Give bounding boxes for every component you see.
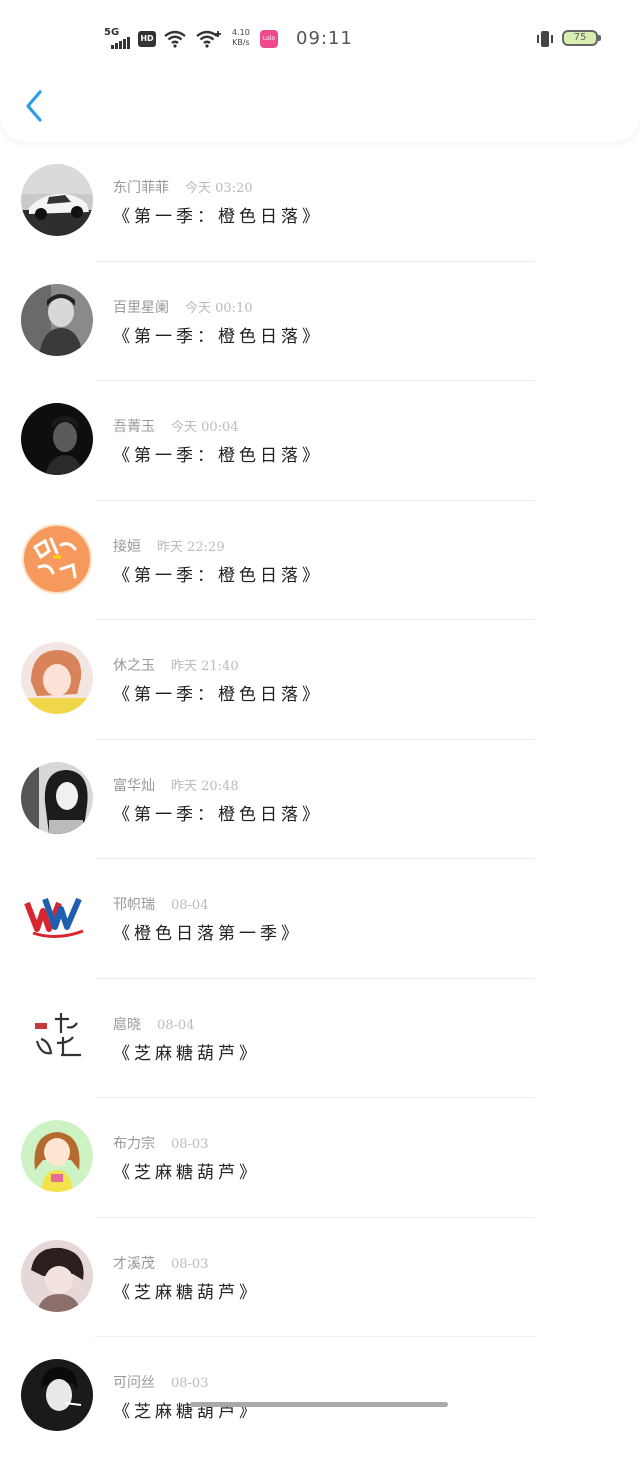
message-time: 08-03 <box>171 1256 209 1272</box>
avatar <box>21 523 93 595</box>
list-item[interactable]: 接姮 昨天 22:29 《第一季：橙色日落》 <box>0 501 640 620</box>
sender-name: 百里星阑 今天 00:10 <box>113 297 253 317</box>
message-title: 《芝麻糖葫芦》 <box>113 1402 260 1422</box>
sender-name-text: 邗帜瑞 <box>113 897 155 913</box>
sender-name-text: 吾菁玉 <box>113 419 155 435</box>
sender-name: 邗帜瑞 08-04 <box>113 894 208 914</box>
avatar <box>21 164 93 236</box>
sender-name: 吾菁玉 今天 00:04 <box>113 416 239 436</box>
sender-name-text: 才溪茂 <box>113 1255 155 1272</box>
app-notification-icon: Lolo <box>260 30 278 48</box>
sender-name-text: 富华灿 <box>113 777 155 794</box>
message-time: 今天 00:10 <box>185 300 253 316</box>
message-time: 昨天 20:48 <box>171 778 239 794</box>
sender-name: 富华灿 昨天 20:48 <box>113 775 239 795</box>
wifi-plus-icon <box>196 30 221 48</box>
avatar <box>21 642 93 714</box>
status-bar: 5G HD 4.10 KB/s Lolo 09:11 75 <box>0 22 640 58</box>
sender-name: 才溪茂 08-03 <box>113 1253 208 1273</box>
sender-name: 可问丝 08-03 <box>113 1372 208 1392</box>
avatar <box>21 881 93 953</box>
list-item[interactable]: 才溪茂 08-03 《芝麻糖葫芦》 <box>0 1218 640 1337</box>
message-title: 《第一季：橙色日落》 <box>113 207 323 227</box>
message-title: 《第一季：橙色日落》 <box>113 446 323 466</box>
message-time: 昨天 22:29 <box>157 539 225 555</box>
message-title: 《第一季：橙色日落》 <box>113 565 323 586</box>
message-time: 08-03 <box>171 1137 209 1152</box>
sender-name-text: 东门菲菲 <box>113 180 169 196</box>
sender-name: 东门菲菲 今天 03:20 <box>113 177 253 197</box>
sender-name: 扈晓 08-04 <box>113 1014 194 1034</box>
battery-level: 75 <box>573 32 587 43</box>
message-time: 08-04 <box>171 898 209 913</box>
hd-icon: HD <box>138 31 156 47</box>
vibrate-icon <box>537 31 553 47</box>
network-speed-value: 4.10 <box>232 28 250 37</box>
list-item[interactable]: 休之玉 昨天 21:40 《第一季：橙色日落》 <box>0 620 640 740</box>
list-item[interactable]: 可问丝 08-03 《芝麻糖葫芦》 <box>0 1337 640 1457</box>
message-time: 今天 00:04 <box>171 420 239 435</box>
avatar <box>21 761 93 834</box>
avatar <box>21 1000 93 1073</box>
sender-name-text: 接姮 <box>113 538 141 555</box>
avatar <box>21 403 93 475</box>
network-speed: 4.10 KB/s <box>232 28 250 48</box>
message-title: 《第一季：橙色日落》 <box>113 685 323 705</box>
sender-name: 接姮 昨天 22:29 <box>113 536 225 556</box>
message-title: 《芝麻糖葫芦》 <box>113 1163 260 1183</box>
message-time: 今天 03:20 <box>185 181 253 196</box>
network-speed-unit: KB/s <box>232 38 250 47</box>
list-item[interactable]: 吾菁玉 今天 00:04 《第一季：橙色日落》 <box>0 381 640 501</box>
sender-name-text: 可问丝 <box>113 1375 155 1391</box>
sender-name-text: 百里星阑 <box>113 299 169 316</box>
avatar <box>21 1359 93 1431</box>
wifi-icon <box>164 30 186 48</box>
back-button[interactable] <box>20 86 52 126</box>
avatar <box>21 283 93 356</box>
list-item[interactable]: 布力宗 08-03 《芝麻糖葫芦》 <box>0 1098 640 1218</box>
status-time: 09:11 <box>296 28 353 49</box>
cellular-signal-icon: 5G <box>104 27 132 49</box>
message-time: 昨天 21:40 <box>171 659 239 674</box>
list-item[interactable]: 富华灿 昨天 20:48 《第一季：橙色日落》 <box>0 740 640 859</box>
sender-name: 休之玉 昨天 21:40 <box>113 655 239 675</box>
message-title: 《第一季：橙色日落》 <box>113 326 323 347</box>
message-title: 《第一季：橙色日落》 <box>113 804 323 825</box>
sender-name: 布力宗 08-03 <box>113 1133 208 1153</box>
sender-name-text: 布力宗 <box>113 1136 155 1152</box>
home-indicator[interactable] <box>190 1402 448 1407</box>
list-item[interactable]: 邗帜瑞 08-04 《橙色日落第一季》 <box>0 859 640 979</box>
header: 5G HD 4.10 KB/s Lolo 09:11 75 <box>0 0 640 142</box>
avatar <box>21 1239 93 1312</box>
message-list: 东门菲菲 今天 03:20 《第一季：橙色日落》 百里星阑 今天 00:10 《第一… <box>0 142 640 1457</box>
list-item[interactable]: 扈晓 08-04 《芝麻糖葫芦》 <box>0 979 640 1098</box>
list-item[interactable]: 百里星阑 今天 00:10 《第一季：橙色日落》 <box>0 262 640 381</box>
avatar <box>21 1120 93 1192</box>
message-title: 《橙色日落第一季》 <box>113 924 302 944</box>
list-item[interactable]: 东门菲菲 今天 03:20 《第一季：橙色日落》 <box>0 142 640 262</box>
sender-name-text: 休之玉 <box>113 658 155 674</box>
sender-name-text: 扈晓 <box>113 1016 141 1033</box>
message-title: 《芝麻糖葫芦》 <box>113 1043 260 1064</box>
battery-icon: 75 <box>562 30 601 46</box>
message-title: 《芝麻糖葫芦》 <box>113 1282 260 1303</box>
chevron-left-icon <box>26 90 42 122</box>
message-time: 08-03 <box>171 1376 209 1391</box>
message-time: 08-04 <box>157 1017 195 1033</box>
